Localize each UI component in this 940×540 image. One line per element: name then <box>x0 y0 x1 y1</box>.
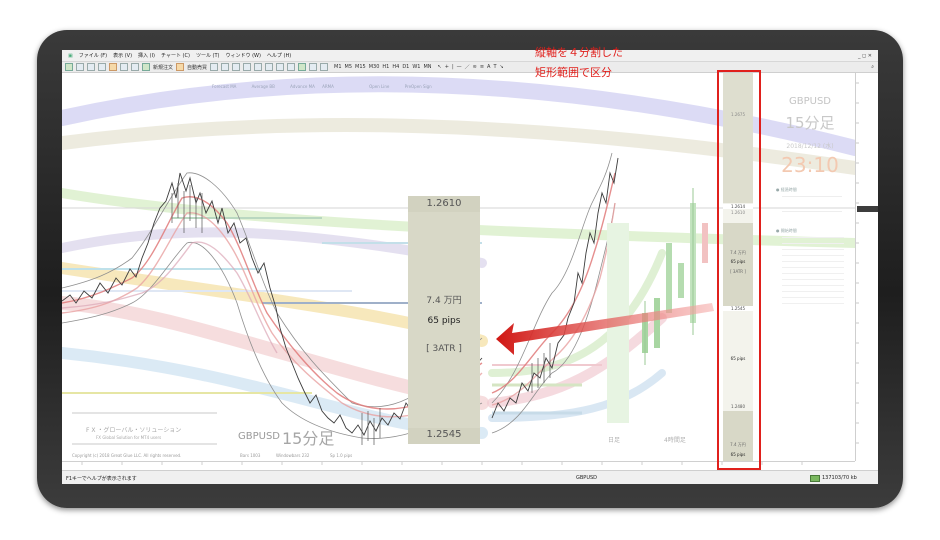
footer-copyright: Copyright (c) 2018 Great Glue LLC. All r… <box>72 453 182 458</box>
tf-m5[interactable]: M5 <box>345 64 353 70</box>
footer-windowbars: Windowbars 232 <box>276 453 310 458</box>
info-symbol: GBPUSD <box>788 96 831 107</box>
legend-arma: ARMA <box>322 84 334 89</box>
info-start-lines <box>782 237 844 307</box>
terminal-icon[interactable] <box>120 63 128 71</box>
tf-h1[interactable]: H1 <box>382 64 389 70</box>
menu-insert[interactable]: 挿入 (I) <box>138 52 155 59</box>
status-bar: F1キーでヘルプが表示されます GBPUSD 137103/70 kb <box>62 470 878 484</box>
connection-icon <box>810 475 820 482</box>
tile-icon[interactable] <box>265 63 274 71</box>
cursor-icon[interactable]: ↖ <box>438 64 442 70</box>
status-symbol: GBPUSD <box>576 475 598 481</box>
menu-bar: ▣ ファイル (F) 表示 (V) 挿入 (I) チャート (C) ツール (T… <box>62 50 878 62</box>
bar-chart-icon[interactable] <box>210 63 219 71</box>
channel-icon[interactable]: ≋ <box>473 64 477 70</box>
info-date: 2018/12/12 (水) <box>786 143 834 150</box>
menu-window[interactable]: ウィンドウ (W) <box>225 52 260 59</box>
candle-chart-icon[interactable] <box>221 63 230 71</box>
info-elapsed-lines <box>782 196 842 212</box>
range-box-bottom-price: 1.2545 <box>426 429 462 440</box>
scroll-icon[interactable] <box>276 63 285 71</box>
menu-tools[interactable]: ツール (T) <box>196 52 220 59</box>
crosshair-icon[interactable]: + <box>445 64 449 70</box>
auto-trade-icon <box>176 63 185 71</box>
brand-jp: F X ・グローバル・ソリューション <box>86 427 182 434</box>
tf-d1[interactable]: D1 <box>402 64 409 70</box>
menu-view[interactable]: 表示 (V) <box>113 52 132 59</box>
status-help: F1キーでヘルプが表示されます <box>66 476 137 482</box>
hline-icon[interactable]: — <box>457 64 462 70</box>
menu-help[interactable]: ヘルプ (H) <box>267 52 291 59</box>
range-box-atr: [ 3ATR ] <box>426 344 462 354</box>
callout-text: 縦軸を４分割した 矩形範囲で区分 <box>535 43 623 83</box>
menu-file[interactable]: ファイル (F) <box>79 52 107 59</box>
legend-open-line: Open Line <box>369 84 390 89</box>
search-icon[interactable]: ⌕ <box>871 64 874 70</box>
window-controls[interactable]: _ ◻ ✕ <box>858 53 872 59</box>
market-watch-icon[interactable] <box>87 63 95 71</box>
menu-chart[interactable]: チャート (C) <box>161 52 190 59</box>
tf-w1[interactable]: W1 <box>412 64 420 70</box>
indicator-legend: Forecast MA Average BB Advance MA ARMA O… <box>212 84 432 89</box>
info-time: 23:10 <box>781 153 839 177</box>
templates-icon[interactable] <box>320 63 329 71</box>
zoom-in-icon[interactable] <box>243 63 252 71</box>
range-box-center: 1.2610 7.4 万円 65 pips [ 3ATR ] 1.2545 <box>408 196 480 444</box>
footer-timeframe: 15分足 <box>282 429 335 448</box>
auto-trade-button[interactable]: 自動売買 <box>187 64 207 71</box>
footer-h4: 4時間足 <box>664 437 686 444</box>
arrows-icon[interactable]: ↘ <box>500 64 504 70</box>
brand-en: FX Global Solution for MT4 users <box>96 435 162 440</box>
tf-mn[interactable]: MN <box>423 64 431 70</box>
price-line-right <box>491 157 619 419</box>
app-icon: ▣ <box>68 52 73 59</box>
fibo-icon[interactable]: ≡ <box>480 64 484 70</box>
periods-icon[interactable] <box>309 63 318 71</box>
footer-bars: Bars 1003 <box>240 453 261 458</box>
info-start-header: ● 開始時間 <box>776 228 797 233</box>
tf-m30[interactable]: M30 <box>369 64 380 70</box>
legend-forecast-ma: Forecast MA <box>212 84 237 89</box>
highlight-rectangle <box>717 70 761 470</box>
tf-m1[interactable]: M1 <box>334 64 342 70</box>
status-connection: 137103/70 kb <box>822 475 857 481</box>
range-box-pips: 65 pips <box>427 316 461 326</box>
footer-spread: Sp 1.0 pips <box>330 453 353 458</box>
info-elapsed-header: ● 経過時間 <box>776 187 797 192</box>
shift-icon[interactable] <box>287 63 296 71</box>
navigator-icon[interactable] <box>109 63 117 71</box>
tf-h4[interactable]: H4 <box>392 64 399 70</box>
label-icon[interactable]: T <box>493 64 496 70</box>
legend-preopen-sign: PreOpen Sign <box>404 84 432 89</box>
callout-arrow <box>496 303 714 355</box>
info-timeframe: 15分足 <box>785 114 835 132</box>
tester-icon[interactable] <box>131 63 139 71</box>
range-box-amount: 7.4 万円 <box>426 296 462 306</box>
line-chart-icon[interactable] <box>232 63 241 71</box>
new-chart-icon[interactable] <box>65 63 73 71</box>
price-axis-ticks <box>856 82 878 444</box>
legend-average-bb: Average BB <box>251 84 275 89</box>
footer-daily: 日足 <box>608 437 621 444</box>
trendline-icon[interactable]: ／ <box>465 64 470 71</box>
vline-icon[interactable]: | <box>452 64 454 70</box>
profiles-icon[interactable] <box>76 63 84 71</box>
price-axis <box>855 73 878 461</box>
higher-tf-candles <box>607 188 708 423</box>
info-panel: GBPUSD 15分足 2018/12/12 (水) 23:10 ● 経過時間 … <box>768 96 852 307</box>
new-order-icon <box>142 63 150 71</box>
zoom-out-icon[interactable] <box>254 63 263 71</box>
footer-symbol: GBPUSD <box>238 431 281 442</box>
legend-advance-ma: Advance MA <box>290 84 315 89</box>
tf-m15[interactable]: M15 <box>355 64 366 70</box>
indicators-icon[interactable] <box>298 63 307 71</box>
data-window-icon[interactable] <box>98 63 106 71</box>
text-icon[interactable]: A <box>487 64 490 70</box>
callout-line-2: 矩形範囲で区分 <box>535 66 612 79</box>
range-box-top-price: 1.2610 <box>426 198 462 209</box>
callout-line-1: 縦軸を４分割した <box>535 46 623 59</box>
new-order-button[interactable]: 新規注文 <box>153 64 173 71</box>
